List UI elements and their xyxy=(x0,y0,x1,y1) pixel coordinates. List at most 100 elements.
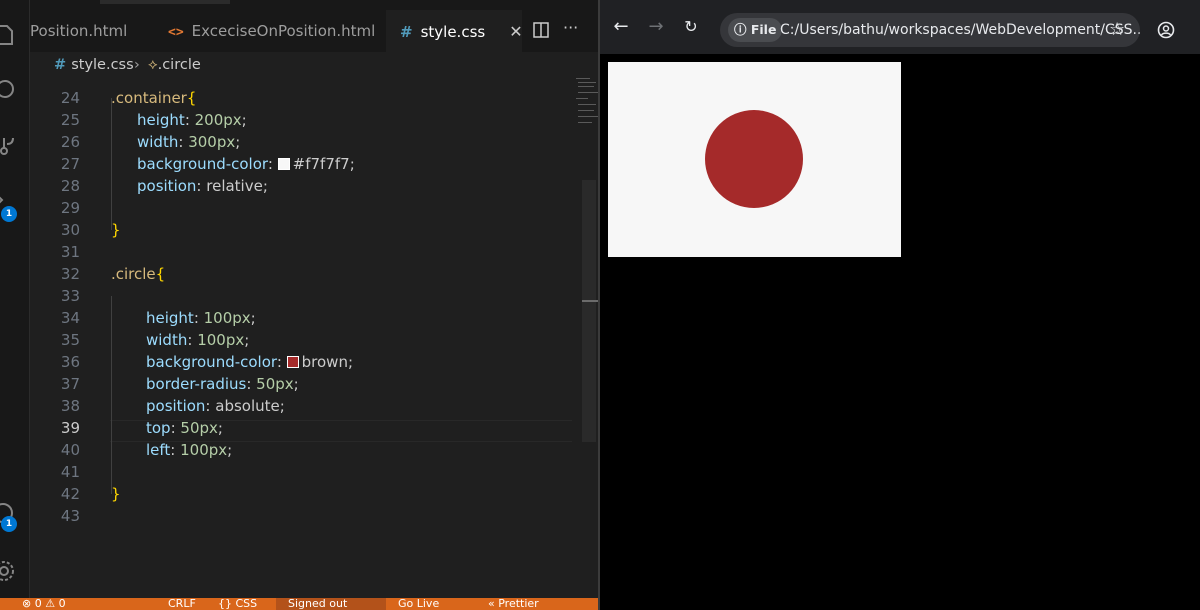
account-badge: 1 xyxy=(1,516,17,532)
line-number: 32 xyxy=(60,265,80,283)
editor-tab-bar: Position.html <> ExceciseOnPosition.html … xyxy=(30,0,598,52)
line-number: 37 xyxy=(60,375,80,393)
code-line[interactable]: 39 top: 50px; xyxy=(30,417,582,439)
tab-excecise-on-position-html[interactable]: <> ExceciseOnPosition.html xyxy=(162,10,384,52)
code-text: .circle{ xyxy=(111,265,166,283)
css-file-icon: # xyxy=(54,57,72,73)
line-number: 31 xyxy=(60,243,80,261)
code-line[interactable]: 26 width: 300px; xyxy=(30,131,582,153)
language-mode-status[interactable]: {} CSS xyxy=(218,598,257,610)
explorer-icon[interactable] xyxy=(0,22,18,48)
line-number: 24 xyxy=(60,89,80,107)
code-line[interactable]: 28 position: relative; xyxy=(30,175,582,197)
close-tab-icon[interactable]: ✕ xyxy=(509,22,522,41)
code-line[interactable]: 30} xyxy=(30,219,582,241)
line-number: 39 xyxy=(60,419,80,437)
code-line[interactable]: 33 xyxy=(30,285,582,307)
site-info-chip[interactable]: ⓘ File xyxy=(728,18,783,42)
prettier-status[interactable]: « Prettier xyxy=(488,598,539,610)
code-text: height: 100px; xyxy=(146,309,256,327)
line-number: 43 xyxy=(60,507,80,525)
source-control-icon[interactable] xyxy=(0,134,18,160)
line-number: 33 xyxy=(60,287,80,305)
code-text: .container{ xyxy=(111,89,197,107)
tab-label: ExceciseOnPosition.html xyxy=(191,22,376,40)
code-line[interactable]: 34 height: 100px; xyxy=(30,307,582,329)
url-text: C:/Users/bathu/workspaces/WebDevelopment… xyxy=(780,22,1140,38)
activity-bar: 1 1 xyxy=(0,0,30,598)
profile-icon[interactable] xyxy=(1157,21,1175,39)
breadcrumb-symbol[interactable]: ⟡.circle xyxy=(148,52,201,78)
code-line[interactable]: 40 left: 100px; xyxy=(30,439,582,461)
code-text: background-color: brown; xyxy=(146,353,354,371)
breadcrumb-symbol-label: .circle xyxy=(157,57,201,73)
address-bar[interactable]: ⓘ File C:/Users/bathu/workspaces/WebDeve… xyxy=(720,13,1140,47)
code-line[interactable]: 43 xyxy=(30,505,582,527)
back-arrow-icon[interactable]: ← xyxy=(611,17,631,37)
bookmark-star-icon[interactable]: ☆ xyxy=(1109,13,1125,47)
go-live-status[interactable]: Go Live xyxy=(398,598,439,610)
breadcrumb-file[interactable]: # style.css xyxy=(54,52,134,78)
line-number: 34 xyxy=(60,309,80,327)
reload-icon[interactable]: ↻ xyxy=(681,17,701,37)
rendered-circle xyxy=(705,110,803,208)
line-number: 26 xyxy=(60,133,80,151)
signed-out-status[interactable]: Signed out xyxy=(288,598,347,610)
tab-position-html[interactable]: Position.html xyxy=(30,10,156,52)
scrollbar-position-marker xyxy=(582,300,598,302)
color-swatch-icon[interactable] xyxy=(286,356,299,368)
css-selector-icon: ⟡ xyxy=(148,57,158,73)
tab-style-css[interactable]: # style.css ✕ xyxy=(386,10,523,52)
search-icon[interactable] xyxy=(0,76,18,102)
line-number: 27 xyxy=(60,155,80,173)
line-number: 38 xyxy=(60,397,80,415)
line-number: 25 xyxy=(60,111,80,129)
code-line[interactable]: 35 width: 100px; xyxy=(30,329,582,351)
editor-scrollbar[interactable] xyxy=(582,180,596,442)
code-line[interactable]: 29 xyxy=(30,197,582,219)
status-bar: ⊗ 0 ⚠ 0 CRLF {} CSS Signed out Go Live «… xyxy=(0,598,598,610)
code-line[interactable]: 38 position: absolute; xyxy=(30,395,582,417)
tab-bar-scroll-shadow xyxy=(100,0,230,4)
code-line[interactable]: 25 height: 200px; xyxy=(30,109,582,131)
breadcrumb-file-label: style.css xyxy=(71,57,134,73)
color-swatch-icon[interactable] xyxy=(277,158,290,170)
line-number: 30 xyxy=(60,221,80,239)
line-ending-status[interactable]: CRLF xyxy=(168,598,196,610)
code-line[interactable]: 41 xyxy=(30,461,582,483)
code-line[interactable]: 36 background-color: brown; xyxy=(30,351,582,373)
breadcrumb-separator-icon: › xyxy=(134,57,140,73)
code-text: left: 100px; xyxy=(146,441,233,459)
code-text: background-color: #f7f7f7; xyxy=(137,155,355,173)
code-text: width: 100px; xyxy=(146,331,250,349)
more-actions-icon[interactable]: ··· xyxy=(563,18,578,37)
code-text: } xyxy=(111,221,121,239)
forward-arrow-icon[interactable]: → xyxy=(646,17,666,37)
code-text: top: 50px; xyxy=(146,419,223,437)
code-text: width: 300px; xyxy=(137,133,241,151)
code-line[interactable]: 31 xyxy=(30,241,582,263)
problems-status[interactable]: ⊗ 0 ⚠ 0 xyxy=(22,598,66,610)
code-line[interactable]: 24 .container{ xyxy=(30,87,582,109)
breadcrumb: # style.css › ⟡.circle xyxy=(30,52,598,78)
code-text: position: relative; xyxy=(137,177,268,195)
html-file-icon: <> xyxy=(168,25,184,40)
line-number: 36 xyxy=(60,353,80,371)
code-line[interactable]: 42} xyxy=(30,483,582,505)
file-chip-label: File xyxy=(750,22,777,37)
info-icon: ⓘ xyxy=(734,22,751,37)
minimap[interactable] xyxy=(576,76,598,136)
code-line[interactable]: 27 background-color: #f7f7f7; xyxy=(30,153,582,175)
settings-gear-icon[interactable] xyxy=(0,558,18,584)
line-number: 29 xyxy=(60,199,80,217)
line-number: 35 xyxy=(60,331,80,349)
code-line[interactable]: 37 border-radius: 50px; xyxy=(30,373,582,395)
code-text: height: 200px; xyxy=(137,111,247,129)
tab-label: Position.html xyxy=(30,22,128,40)
code-editor[interactable]: 24 .container{ 25 height: 200px; 26 width: 30… xyxy=(30,76,598,598)
css-file-icon: # xyxy=(400,23,413,41)
line-number: 41 xyxy=(60,463,80,481)
tab-label: style.css xyxy=(420,23,486,41)
code-line[interactable]: 32 .circle{ xyxy=(30,263,582,285)
split-editor-icon[interactable] xyxy=(533,22,549,38)
